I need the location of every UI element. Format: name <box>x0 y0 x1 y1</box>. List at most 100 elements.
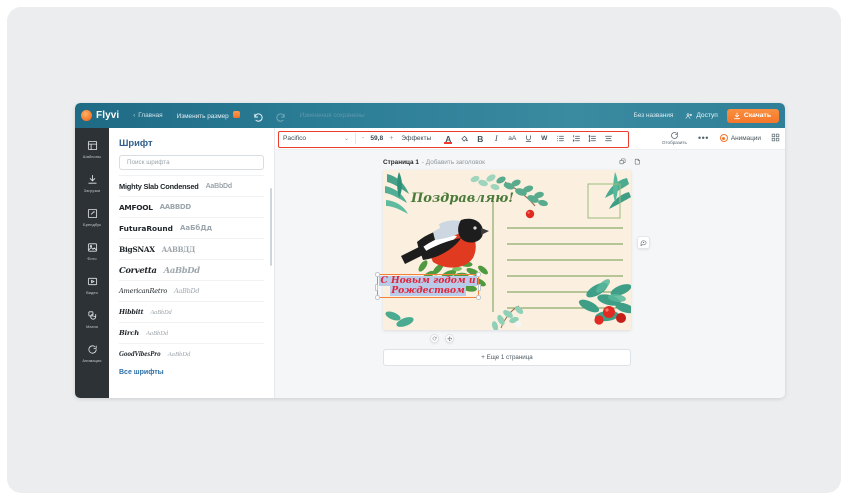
resize-badge-icon <box>232 111 240 118</box>
redo-icon[interactable] <box>275 110 286 122</box>
sidebar-item-video[interactable]: Видео <box>75 275 109 295</box>
font-size-value[interactable]: 59,8 <box>370 135 383 142</box>
home-link[interactable]: ‹ Главная <box>133 112 162 119</box>
animations-label: Анимации <box>730 134 761 142</box>
text-color-icon[interactable]: A <box>440 131 456 146</box>
sidebar-label-photo: Фото <box>87 256 97 261</box>
grid-icon[interactable] <box>771 133 780 144</box>
display-button[interactable]: Отобразить <box>662 131 687 145</box>
access-label: Доступ <box>696 112 718 119</box>
format-icons-group: A B I aA W <box>440 131 616 146</box>
animation-icon <box>719 134 728 143</box>
font-name: GoodVibesPro <box>119 350 161 358</box>
save-status: Изменения сохранены <box>299 112 365 119</box>
resize-handle-bottom-left[interactable] <box>375 295 380 300</box>
sidebar-item-magic[interactable]: Магия <box>75 309 109 329</box>
download-button[interactable]: Скачать <box>726 108 779 123</box>
resize-button[interactable]: Изменить размер <box>177 111 240 120</box>
decrease-size-button[interactable]: - <box>362 135 364 142</box>
numbered-list-icon[interactable] <box>568 131 584 146</box>
postcard-design[interactable]: Поздравляю! <box>383 170 631 330</box>
resize-handle-bottom-right[interactable] <box>476 295 481 300</box>
sidebar-item-animations[interactable]: Анимации <box>75 343 109 363</box>
element-controls <box>430 334 454 343</box>
font-list-item[interactable]: BigSNAX AABBДД <box>119 238 264 259</box>
font-family-select[interactable]: Pacifico ⌄ <box>283 135 349 142</box>
brand-logo[interactable]: Flyvi <box>81 110 119 121</box>
berry <box>594 315 604 325</box>
font-list-item[interactable]: GoodVibesPro AaBbDd <box>119 343 264 364</box>
font-sample: AaBbDd <box>150 308 172 316</box>
undo-icon[interactable] <box>253 110 264 122</box>
font-sample: AaBbDd <box>146 329 169 337</box>
sidebar-label-uploads: Загрузки <box>83 188 101 193</box>
access-button[interactable]: Доступ <box>685 112 718 120</box>
resize-handle-middle-right[interactable] <box>477 283 481 291</box>
font-size-stepper[interactable]: - 59,8 + <box>362 135 393 142</box>
sidebar-item-templates[interactable]: Шаблоны <box>75 139 109 159</box>
italic-icon[interactable]: I <box>488 131 504 146</box>
duplicate-icon[interactable] <box>619 158 626 167</box>
page-title-placeholder[interactable]: - Добавить заголовок <box>422 159 485 166</box>
line-spacing-icon[interactable] <box>584 131 600 146</box>
font-name: AMFOOL <box>119 202 153 212</box>
font-list-item[interactable]: FuturaRound АаБбДд <box>119 217 264 238</box>
document-title[interactable]: Без названия <box>634 112 674 119</box>
strikethrough-icon[interactable]: W <box>536 131 552 146</box>
all-fonts-link[interactable]: Все шрифты <box>119 369 264 376</box>
font-list-item[interactable]: Corvetta AaBbDd <box>119 259 264 280</box>
berry <box>616 313 626 323</box>
sidebar-label-magic: Магия <box>86 324 98 329</box>
fill-color-icon[interactable] <box>456 131 472 146</box>
font-name: Mighty Slab Condensed <box>119 181 199 191</box>
font-list-item[interactable]: Birch AaBbDd <box>119 322 264 343</box>
sidebar-label-brandbook: Брендбук <box>83 222 101 227</box>
selection-box[interactable] <box>375 272 481 300</box>
increase-size-button[interactable]: + <box>389 135 393 142</box>
font-panel-scrollbar[interactable] <box>270 188 272 266</box>
move-icon[interactable] <box>445 334 454 343</box>
copy-page-icon[interactable] <box>634 158 641 167</box>
font-search-input[interactable]: Поиск шрифта <box>119 155 264 170</box>
home-label: Главная <box>138 112 163 119</box>
rotate-icon[interactable] <box>430 334 439 343</box>
font-list-item[interactable]: Hibbitt AaBbDd <box>119 301 264 322</box>
align-icon[interactable] <box>600 131 616 146</box>
screenshot-frame: Flyvi ‹ Главная Изменить размер Изменени… <box>0 0 848 500</box>
undo-redo-group <box>253 110 286 122</box>
sidebar-item-brandbook[interactable]: Брендбук <box>75 207 109 227</box>
resize-handle-middle-left[interactable] <box>375 283 379 291</box>
photo-icon <box>86 241 99 254</box>
animations-button[interactable]: Анимации <box>719 134 761 143</box>
sidebar-item-photo[interactable]: Фото <box>75 241 109 261</box>
sidebar-item-uploads[interactable]: Загрузки <box>75 173 109 193</box>
divider <box>355 133 356 144</box>
effects-button[interactable]: Эффекты <box>401 135 431 142</box>
bullet-list-icon[interactable] <box>552 131 568 146</box>
berry <box>603 306 615 318</box>
font-list-item[interactable]: AMFOOL AABBDD <box>119 196 264 217</box>
flyvi-editor-window: Flyvi ‹ Главная Изменить размер Изменени… <box>75 103 785 398</box>
font-sample: AABBДД <box>161 244 196 254</box>
comment-icon[interactable] <box>637 236 650 249</box>
canvas-area: Страница 1 - Добавить заголовок Поздравл… <box>275 150 785 398</box>
animation-icon <box>86 343 99 356</box>
font-list-item[interactable]: Mighty Slab Condensed AaBbDd <box>119 175 264 196</box>
font-name: Corvetta <box>119 265 157 275</box>
font-list-item[interactable]: AmericanRetro AaBbDd <box>119 280 264 301</box>
letter-case-icon[interactable]: aA <box>504 131 520 146</box>
resize-handle-top-right[interactable] <box>476 272 481 277</box>
flyvi-logo-icon <box>81 110 92 121</box>
add-page-button[interactable]: + Еще 1 страница <box>383 349 631 366</box>
bold-icon[interactable]: B <box>472 131 488 146</box>
font-controls: Pacifico ⌄ - 59,8 + Эффекты <box>275 128 431 149</box>
more-options-button[interactable]: ••• <box>698 133 709 143</box>
resize-handle-top-left[interactable] <box>375 272 380 277</box>
resize-label: Изменить размер <box>176 113 229 120</box>
underline-icon[interactable] <box>520 131 536 146</box>
font-sample: AaBbDd <box>174 287 200 295</box>
font-search-placeholder: Поиск шрифта <box>127 159 170 166</box>
download-label: Скачать <box>743 112 771 119</box>
text-color-swatch <box>444 142 453 144</box>
page-header: Страница 1 - Добавить заголовок <box>383 158 641 167</box>
